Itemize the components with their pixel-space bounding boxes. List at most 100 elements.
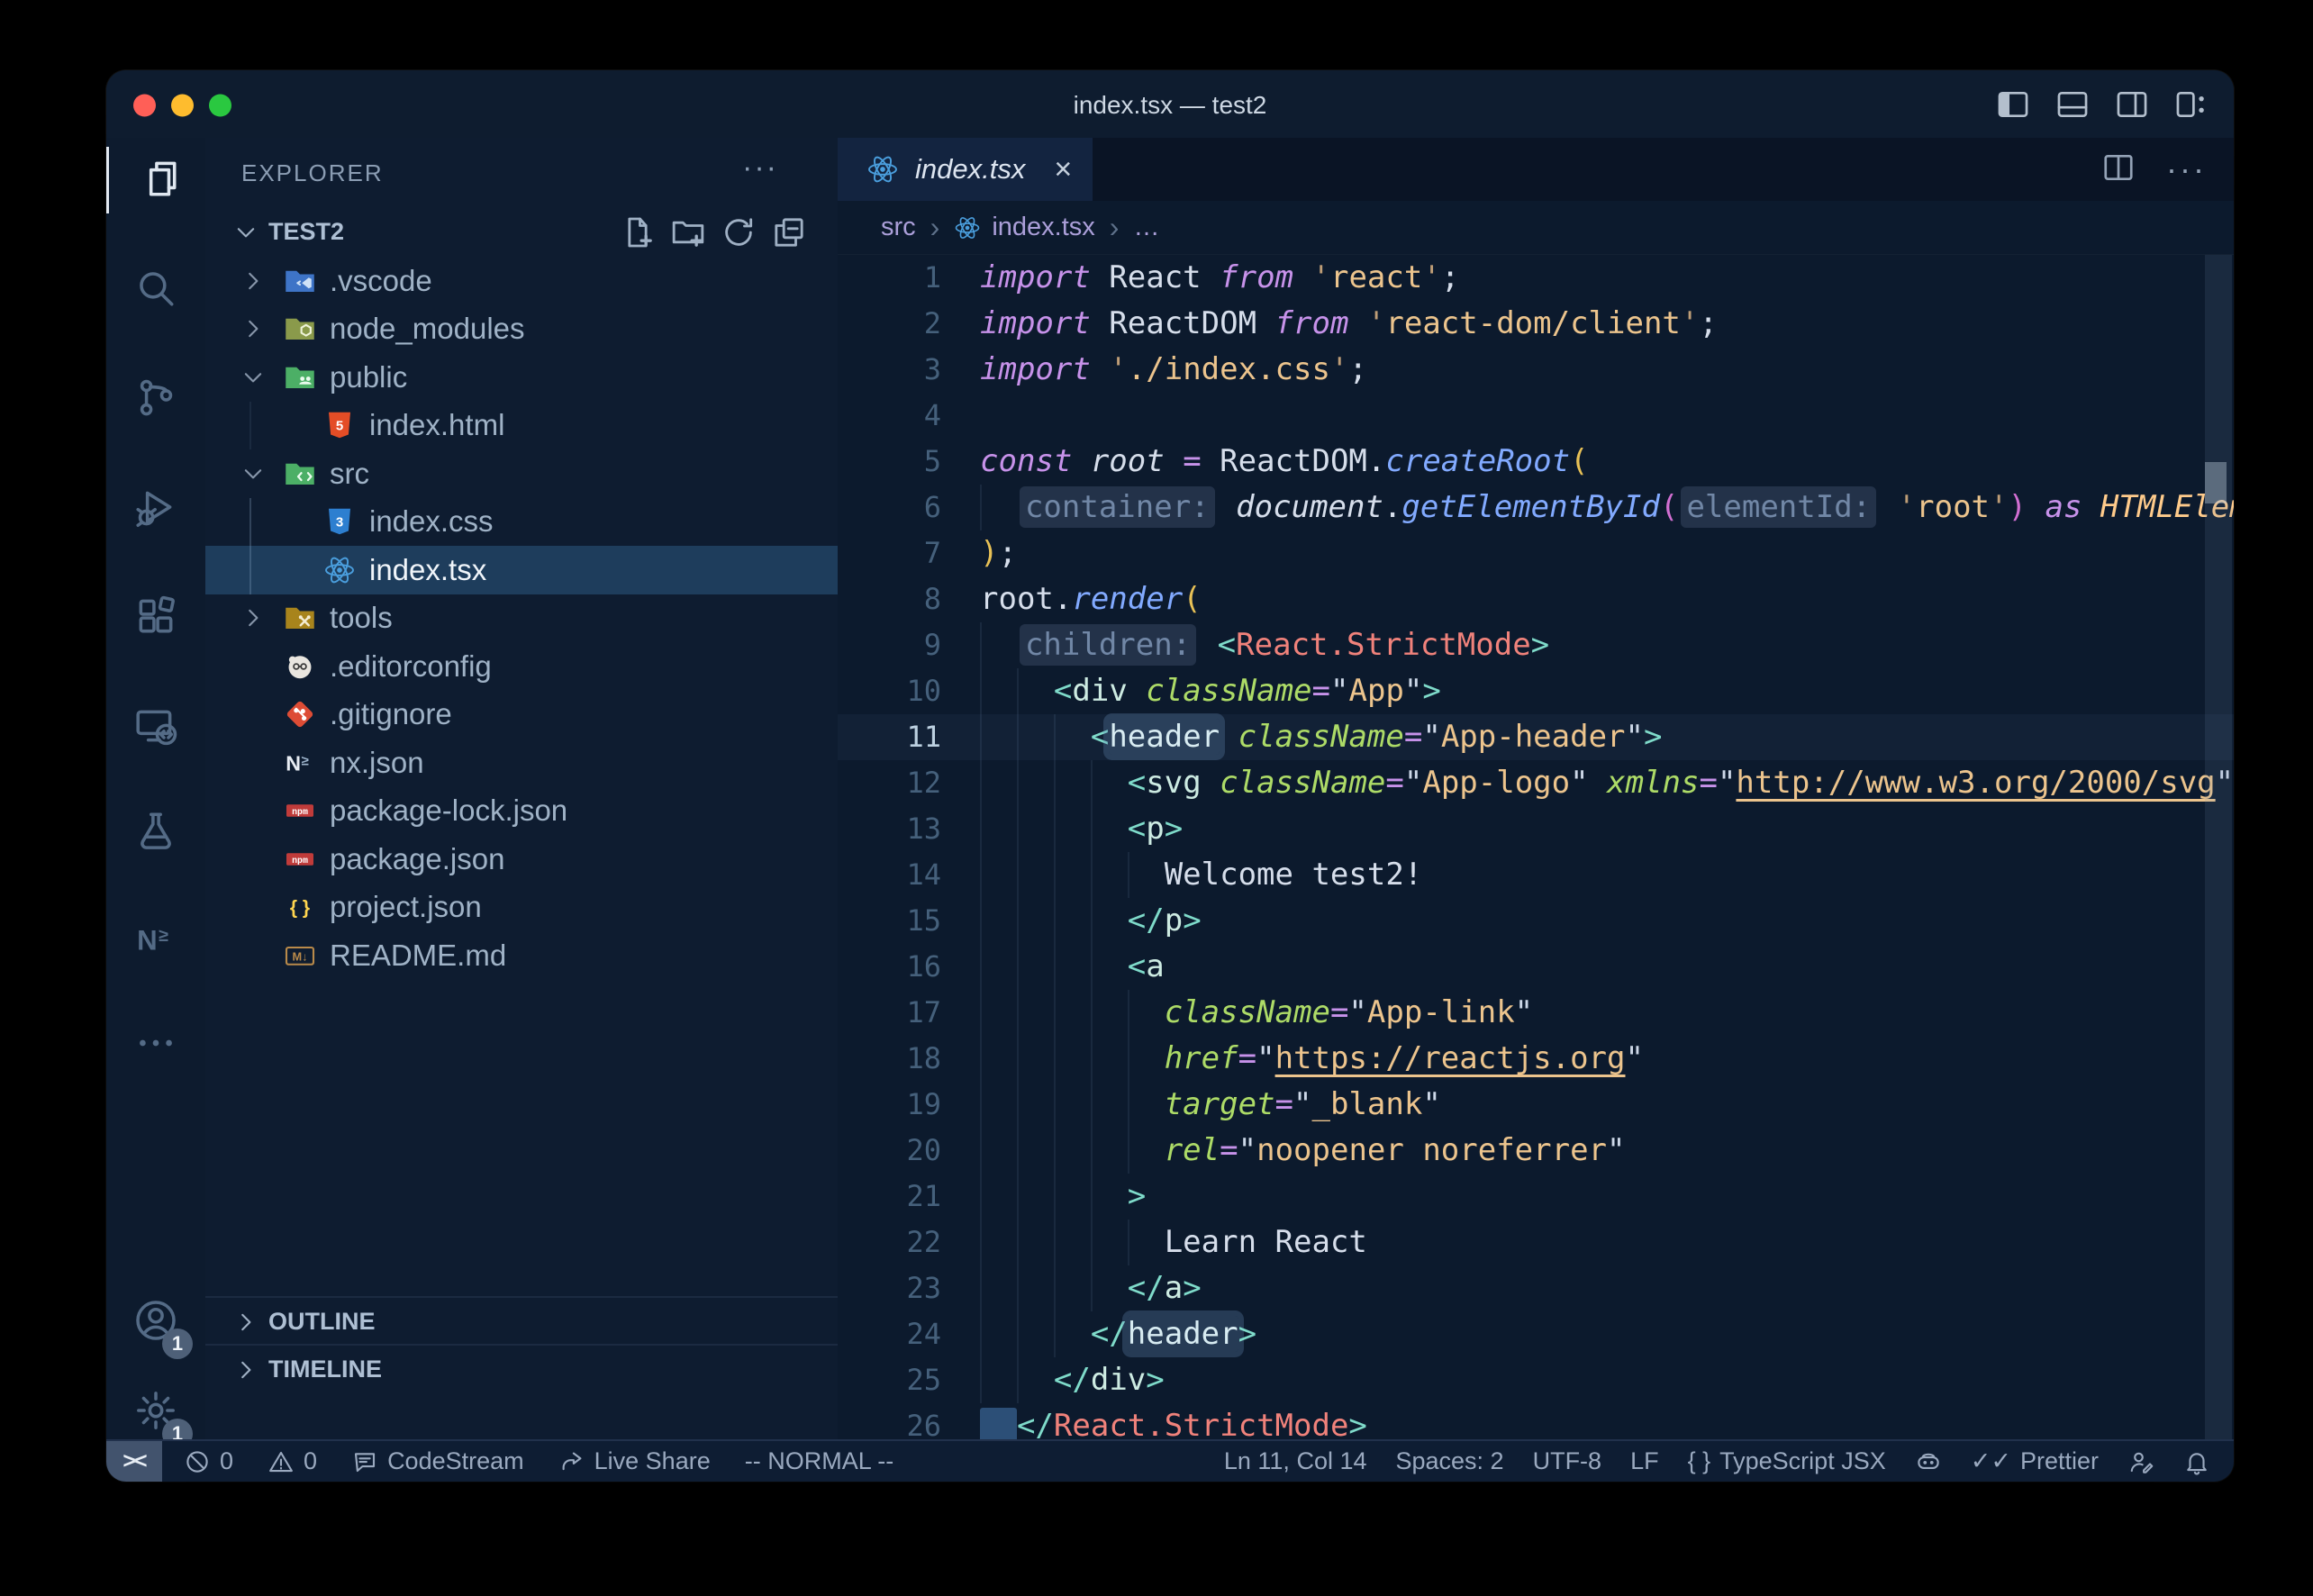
code-line-17[interactable]: 17 className="App-link": [838, 990, 2234, 1036]
tree-item-node_modules[interactable]: node_modules: [205, 305, 838, 354]
timeline-section[interactable]: TIMELINE: [205, 1344, 838, 1393]
code-line-24[interactable]: 24 </header>: [838, 1311, 2234, 1357]
editor-group: index.tsx × ··· src›index.tsx›… 1import …: [838, 138, 2234, 1441]
code-line-16[interactable]: 16 <a: [838, 944, 2234, 990]
code-line-20[interactable]: 20 rel="noopener noreferrer": [838, 1128, 2234, 1174]
status-vim-mode[interactable]: -- NORMAL --: [745, 1447, 893, 1475]
code-text: <div className="App">: [980, 668, 1441, 714]
activity-item-settings[interactable]: 1: [106, 1379, 205, 1446]
toggle-panel-left-icon[interactable]: [1996, 87, 2030, 122]
activity-item-more[interactable]: [106, 1011, 205, 1078]
code-line-11[interactable]: 11 <header className="App-header">: [838, 714, 2234, 760]
more-icon[interactable]: ···: [2166, 150, 2207, 188]
code-line-22[interactable]: 22 Learn React: [838, 1220, 2234, 1265]
code-line-25[interactable]: 25 </div>: [838, 1357, 2234, 1403]
status-encoding[interactable]: UTF-8: [1533, 1447, 1602, 1475]
code-line-23[interactable]: 23 </a>: [838, 1265, 2234, 1311]
remote-indicator[interactable]: ><: [106, 1441, 162, 1482]
new-folder-icon[interactable]: [670, 214, 706, 255]
customize-layout-icon[interactable]: [2174, 87, 2209, 122]
tree-item-package-lock.json[interactable]: npmpackage-lock.json: [205, 787, 838, 836]
token: noopener noreferrer: [1256, 1132, 1607, 1168]
code-line-8[interactable]: 8root.render(: [838, 576, 2234, 622]
code-line-26[interactable]: 26 </React.StrictMode>: [838, 1403, 2234, 1441]
code-line-15[interactable]: 15 </p>: [838, 898, 2234, 944]
tab-index-tsx[interactable]: index.tsx ×: [838, 138, 1093, 201]
code-line-13[interactable]: 13 <p>: [838, 806, 2234, 852]
status-eol[interactable]: LF: [1630, 1447, 1659, 1475]
token: ): [2009, 489, 2027, 525]
breadcrumb-item-…[interactable]: …: [1133, 213, 1159, 242]
code-line-3[interactable]: 3import './index.css';: [838, 347, 2234, 393]
status-feedback[interactable]: [2127, 1448, 2154, 1475]
activity-item-testing[interactable]: [106, 800, 205, 866]
status-errors[interactable]: 0: [184, 1447, 233, 1475]
tree-item-.vscode[interactable]: .vscode: [205, 257, 838, 305]
sidebar-more-icon[interactable]: ···: [742, 150, 778, 186]
code-line-9[interactable]: 9 children: <React.StrictMode>: [838, 622, 2234, 668]
split-editor-icon[interactable]: [2101, 150, 2136, 189]
activity-item-run-debug[interactable]: [106, 476, 205, 542]
status-warnings[interactable]: 0: [268, 1447, 317, 1475]
breadcrumb-item-src[interactable]: src: [881, 213, 916, 242]
collapse-all-icon[interactable]: [771, 214, 807, 255]
code-line-5[interactable]: 5const root = ReactDOM.createRoot(: [838, 439, 2234, 485]
tree-item-project.json[interactable]: { }project.json: [205, 884, 838, 932]
activity-item-search[interactable]: [106, 257, 205, 323]
status-prettier[interactable]: ✓✓Prettier: [1971, 1447, 2099, 1475]
token: =: [1699, 765, 1717, 801]
status-live-share[interactable]: Live Share: [558, 1447, 711, 1475]
token: [980, 1362, 1054, 1398]
status-copilot[interactable]: [1915, 1448, 1942, 1475]
code-line-7[interactable]: 7);: [838, 530, 2234, 576]
activity-item-accounts[interactable]: 1: [106, 1289, 205, 1356]
line-number: 5: [838, 439, 941, 485]
tree-item-.gitignore[interactable]: .gitignore: [205, 691, 838, 739]
refresh-icon[interactable]: [721, 214, 757, 255]
editor-scrollbar[interactable]: [2205, 255, 2232, 1441]
code-line-10[interactable]: 10 <div className="App">: [838, 668, 2234, 714]
activity-item-explorer[interactable]: [106, 147, 208, 213]
token: header: [1128, 1316, 1238, 1352]
statusbar-right: Ln 11, Col 14 Spaces: 2 UTF-8 LF { }TypeScri…: [1224, 1441, 2210, 1482]
tree-item-tools[interactable]: tools: [205, 594, 838, 643]
code-line-6[interactable]: 6 container: document.getElementById(ele…: [838, 485, 2234, 530]
activity-item-extensions[interactable]: [106, 585, 205, 651]
code-line-1[interactable]: 1import React from 'react';: [838, 255, 2234, 301]
tree-item-index.html[interactable]: 5index.html: [205, 402, 838, 450]
toggle-panel-right-icon[interactable]: [2115, 87, 2149, 122]
toggle-panel-bottom-icon[interactable]: [2055, 87, 2090, 122]
status-language-mode[interactable]: { }TypeScript JSX: [1688, 1447, 1886, 1475]
code-line-2[interactable]: 2import ReactDOM from 'react-dom/client'…: [838, 301, 2234, 347]
activity-item-source-control[interactable]: [106, 366, 205, 432]
status-notifications[interactable]: [2183, 1448, 2210, 1475]
breadcrumb-item-index.tsx[interactable]: index.tsx: [954, 213, 1094, 242]
close-tab-icon[interactable]: ×: [1054, 152, 1072, 187]
new-file-icon[interactable]: [620, 214, 656, 255]
outline-section[interactable]: OUTLINE: [205, 1296, 838, 1346]
tree-item-nx.json[interactable]: N≥nx.json: [205, 739, 838, 787]
status-label: -- NORMAL --: [745, 1447, 893, 1475]
tree-item-src[interactable]: src: [205, 449, 838, 498]
code-line-19[interactable]: 19 target="_blank": [838, 1082, 2234, 1128]
status-indentation[interactable]: Spaces: 2: [1396, 1447, 1504, 1475]
code-line-18[interactable]: 18 href="https://reactjs.org": [838, 1036, 2234, 1082]
tree-item-index.tsx[interactable]: index.tsx: [205, 546, 838, 594]
tree-item-.editorconfig[interactable]: .editorconfig: [205, 642, 838, 691]
tree-item-package.json[interactable]: npmpackage.json: [205, 835, 838, 884]
tree-item-index.css[interactable]: 3index.css: [205, 498, 838, 547]
activity-item-nx-console[interactable]: N≥: [106, 908, 205, 975]
status-codestream[interactable]: CodeStream: [351, 1447, 524, 1475]
code-line-14[interactable]: 14 Welcome test2!: [838, 852, 2234, 898]
token: =: [1220, 1132, 1238, 1168]
code-line-21[interactable]: 21 >: [838, 1174, 2234, 1220]
workspace-section-header[interactable]: TEST2: [205, 208, 838, 257]
token: ;: [1441, 259, 1459, 295]
code-editor[interactable]: 1import React from 'react';2import React…: [838, 255, 2234, 1441]
code-line-4[interactable]: 4: [838, 393, 2234, 439]
tree-item-README.md[interactable]: M↓README.md: [205, 931, 838, 980]
tree-item-public[interactable]: public: [205, 353, 838, 402]
status-cursor-position[interactable]: Ln 11, Col 14: [1224, 1447, 1367, 1475]
code-line-12[interactable]: 12 <svg className="App-logo" xmlns="http…: [838, 760, 2234, 806]
activity-item-remote-explorer[interactable]: [106, 694, 205, 761]
